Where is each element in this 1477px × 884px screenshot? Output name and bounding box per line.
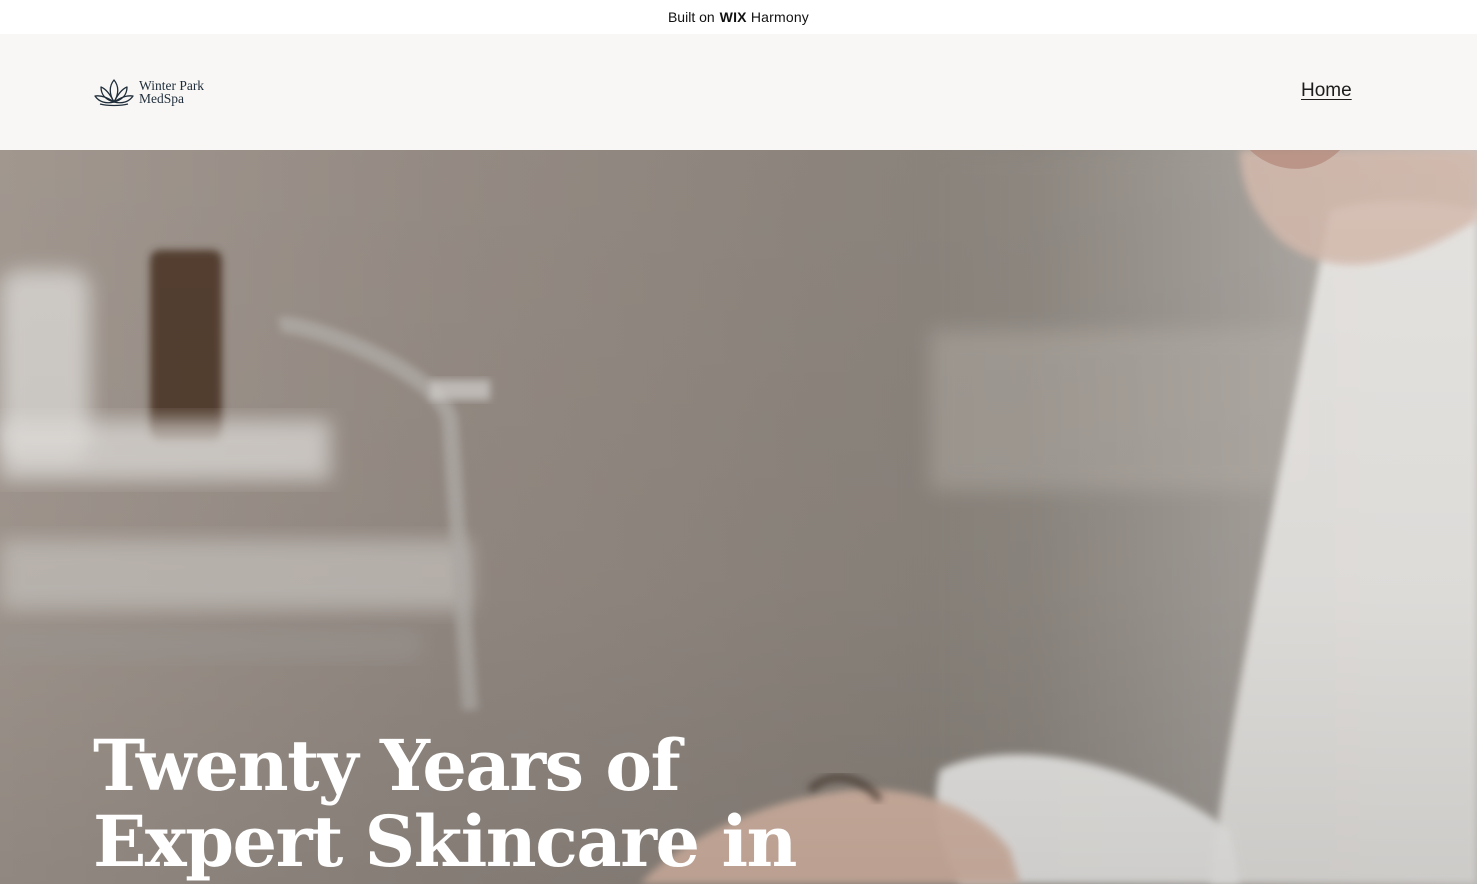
built-on-text: Built on <box>667 9 715 25</box>
hero-section: Twenty Years of Expert Skincare in <box>0 150 1477 884</box>
logo-line-2: MedSpa <box>139 91 184 106</box>
logo-text: Winter Park MedSpa <box>139 79 204 106</box>
site-header: Winter Park MedSpa Home <box>0 34 1477 150</box>
hero-title: Twenty Years of Expert Skincare in <box>93 724 797 883</box>
wix-harmony-logo: WIX Harmony <box>720 9 809 25</box>
nav-home-link[interactable]: Home <box>1301 80 1352 102</box>
lotus-icon <box>94 79 134 107</box>
wix-brand-text: WIX <box>719 9 747 25</box>
harmony-brand-text: Harmony <box>750 9 810 25</box>
wix-banner[interactable]: Built on WIX Harmony <box>0 0 1477 34</box>
site-logo[interactable]: Winter Park MedSpa <box>93 76 204 108</box>
